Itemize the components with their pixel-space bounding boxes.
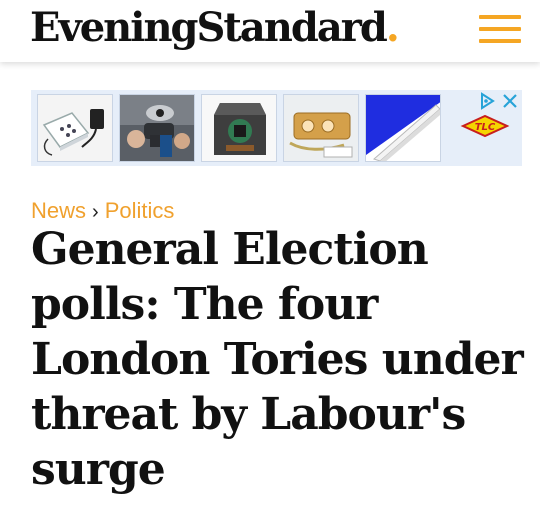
cable-connector-product-image[interactable]: [283, 94, 359, 162]
article-headline: General Election polls: The four London …: [31, 224, 524, 495]
cable-trunking-product-image[interactable]: [365, 94, 441, 162]
electrical-box-product-image[interactable]: [201, 94, 277, 162]
breadcrumb-politics-link[interactable]: Politics: [105, 198, 175, 223]
logo-dot: .: [385, 4, 400, 51]
site-header: EveningStandard.: [0, 0, 540, 62]
breadcrumb-news-link[interactable]: News: [31, 198, 86, 223]
tlc-brand-logo[interactable]: TLC: [459, 112, 511, 142]
hamburger-menu-icon[interactable]: [477, 13, 523, 45]
tlc-logo-text: TLC: [475, 122, 496, 133]
site-logo[interactable]: EveningStandard.: [30, 4, 400, 52]
logo-text: EveningStandard: [30, 4, 388, 51]
wall-socket-product-image[interactable]: [37, 94, 113, 162]
power-drill-product-image[interactable]: [119, 94, 195, 162]
breadcrumb-separator: ›: [92, 201, 99, 223]
advertisement-banner[interactable]: TLC: [31, 90, 522, 166]
adchoices-icon[interactable]: [478, 92, 496, 110]
close-icon[interactable]: [501, 92, 519, 110]
